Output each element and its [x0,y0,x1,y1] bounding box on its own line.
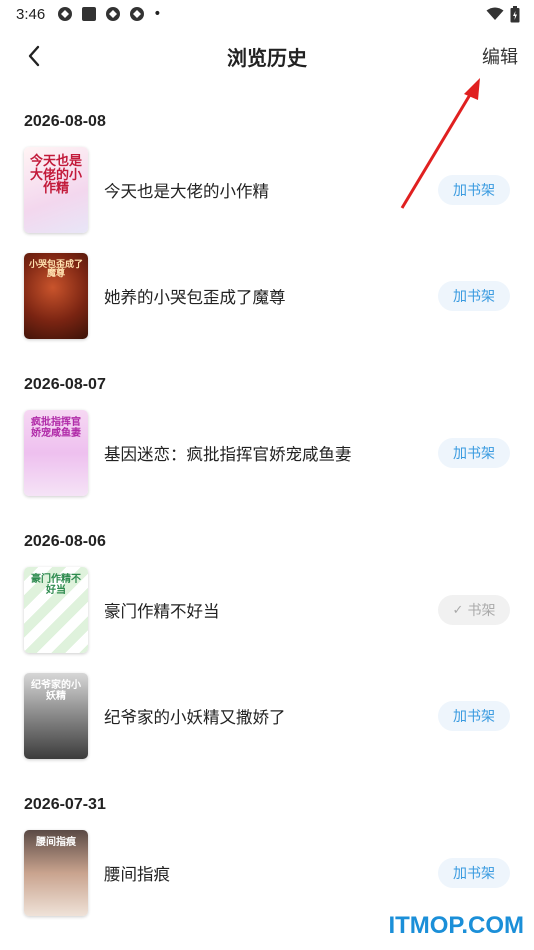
battery-icon [510,5,520,22]
history-row[interactable]: 腰间指痕 腰间指痕 加书架 [0,820,534,926]
book-cover[interactable]: 腰间指痕 [24,830,88,916]
shelf-button-label: 加书架 [453,866,495,882]
book-cover[interactable]: 纪爷家的小妖精 [24,673,88,759]
more-notifications-dot: • [153,6,162,22]
system-icons [486,5,520,23]
book-title[interactable]: 她养的小哭包歪成了魔尊 [104,284,438,308]
cover-title-art: 小哭包歪成了魔尊 [28,260,83,280]
notification-icons: • [57,6,161,22]
add-to-shelf-button[interactable]: 加书架 [438,281,510,311]
cover-title-art: 纪爷家的小妖精 [31,680,81,702]
add-to-shelf-button[interactable]: 加书架 [438,701,510,731]
app-notification-icon [130,7,145,21]
shelf-button-label: 加书架 [453,709,495,725]
date-group: 2026-08-07 疯批指挥官娇宠咸鱼妻基因迷恋：疯批指挥官娇宠咸鱼妻 加书架 [0,370,534,506]
status-time: 3:46 [16,5,46,23]
cover-title-art: 疯批指挥官娇宠咸鱼妻 [31,417,81,439]
date-label: 2026-08-06 [24,533,106,550]
history-row[interactable]: 纪爷家的小妖精纪爷家的小妖精又撒娇了 加书架 [0,663,534,769]
history-row[interactable]: 小哭包歪成了魔尊她养的小哭包歪成了魔尊 加书架 [0,243,534,349]
watermark: ITMOP.COM [388,912,524,939]
cover-title-art: 腰间指痕 [36,837,76,848]
back-button[interactable] [20,42,48,70]
cover-title-art: 今天也是大佬的小作精 [29,154,82,197]
shelf-button-label: 加书架 [453,446,495,462]
cover-title-art: 豪门作精不好当 [31,574,81,596]
app-notification-icon [106,7,121,21]
check-icon: ✓ [452,602,464,618]
date-group: 2026-08-06 豪门作精不好当 豪门作精不好当 ✓ 书架 纪爷家的小妖精 纪爷家的小妖… [0,527,534,769]
page-title: 浏览历史 [227,45,307,70]
app-notification-icon [58,7,73,21]
history-row[interactable]: 疯批指挥官娇宠咸鱼妻基因迷恋：疯批指挥官娇宠咸鱼妻 加书架 [0,400,534,506]
wifi-icon [486,7,504,20]
shelf-button-label: 加书架 [453,289,495,305]
book-cover[interactable]: 今天也是大佬的小作精 [24,147,88,233]
in-shelf-button[interactable]: ✓ 书架 [438,595,510,625]
date-label: 2026-08-07 [24,376,106,393]
book-title[interactable]: 基因迷恋：疯批指挥官娇宠咸鱼妻 [104,441,438,465]
date-label: 2026-07-31 [24,796,106,813]
book-cover[interactable]: 疯批指挥官娇宠咸鱼妻 [24,410,88,496]
book-title[interactable]: 纪爷家的小妖精又撒娇了 [104,704,438,728]
add-to-shelf-button[interactable]: 加书架 [438,858,510,888]
edit-button[interactable]: 编辑 [482,43,518,69]
history-row[interactable]: 豪门作精不好当 豪门作精不好当 ✓ 书架 [0,557,534,663]
image-notification-icon [82,7,97,21]
status-bar: 3:46 • [0,0,534,28]
book-cover[interactable]: 豪门作精不好当 [24,567,88,653]
add-to-shelf-button[interactable]: 加书架 [438,438,510,468]
book-title[interactable]: 腰间指痕 [104,861,438,885]
book-title[interactable]: 今天也是大佬的小作精 [104,178,438,202]
shelf-button-label: 书架 [467,603,496,619]
red-arrow-annotation [400,78,480,209]
book-title[interactable]: 豪门作精不好当 [104,598,438,622]
date-group: 2026-07-31 腰间指痕 腰间指痕 加书架 [0,790,534,926]
book-cover[interactable]: 小哭包歪成了魔尊 [24,253,88,339]
chevron-left-icon [28,45,40,67]
